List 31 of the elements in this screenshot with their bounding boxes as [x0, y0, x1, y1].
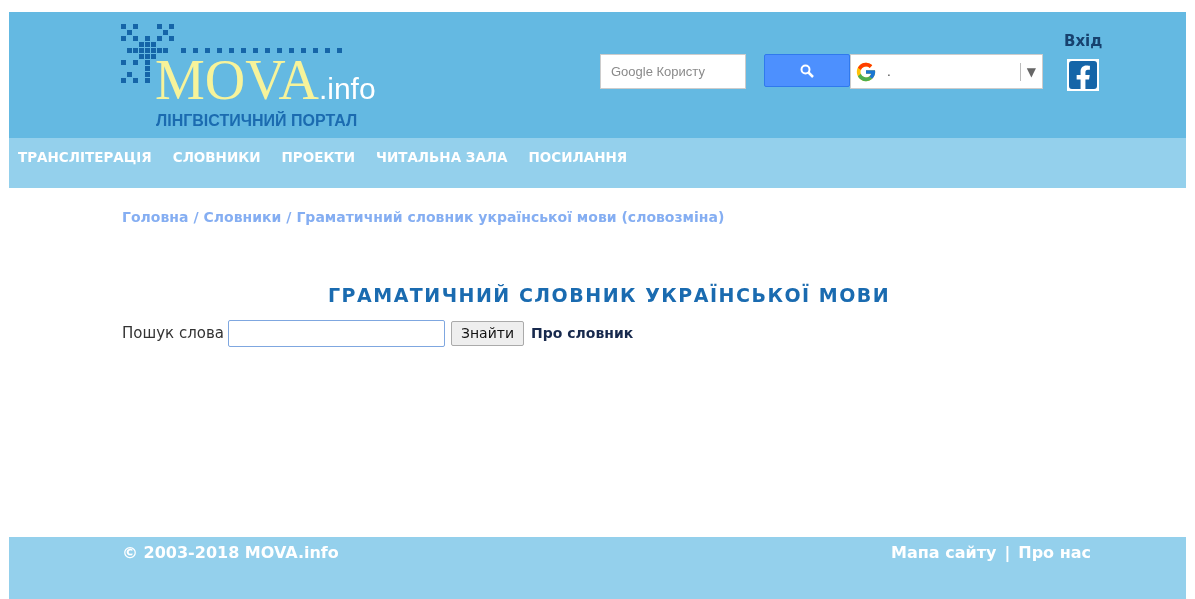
- breadcrumb-separator: /: [286, 208, 292, 227]
- breadcrumb-link[interactable]: Граматичний словник української мови (словозміна): [296, 207, 725, 228]
- breadcrumb-link[interactable]: Головна: [122, 207, 189, 228]
- nav-link[interactable]: СЛОВНИКИ: [172, 147, 261, 168]
- about-dictionary-link[interactable]: Про словник: [531, 322, 634, 344]
- search-icon: [800, 63, 814, 78]
- copyright-text: © 2003-2018 MOVA.info: [122, 542, 339, 564]
- nav-link[interactable]: ТРАНСЛІТЕРАЦІЯ: [18, 147, 152, 168]
- logo-tagline: ЛІНГВІСТИЧНИЙ ПОРТАЛ: [156, 110, 358, 131]
- login-link[interactable]: Вхід: [1064, 30, 1103, 53]
- word-search-field[interactable]: [227, 319, 445, 347]
- page-title: ГРАМАТИЧНИЙ СЛОВНИК УКРАЇНСЬКОЇ МОВИ: [328, 282, 892, 308]
- find-button[interactable]: Знайти: [450, 320, 524, 346]
- caret-icon: ▼: [1026, 62, 1036, 81]
- breadcrumb-link[interactable]: Словники: [203, 207, 282, 228]
- logo-suffix[interactable]: .info: [318, 74, 376, 104]
- facebook-icon[interactable]: [1067, 58, 1100, 91]
- site-search-field[interactable]: Google Користу: [600, 54, 746, 89]
- footer-separator: |: [1004, 542, 1011, 564]
- translate-select[interactable]: . ▼: [850, 54, 1043, 89]
- logo-text[interactable]: MOVA: [155, 52, 319, 108]
- breadcrumb-separator: /: [193, 208, 199, 227]
- google-logo-icon: [855, 60, 877, 83]
- nav-link[interactable]: ПРОЕКТИ: [281, 147, 355, 168]
- select-value: .: [887, 63, 891, 81]
- footer-link[interactable]: Мапа сайту: [891, 541, 997, 565]
- search-button[interactable]: [764, 54, 850, 87]
- footer-link[interactable]: Про нас: [1018, 541, 1091, 565]
- nav-link[interactable]: ПОСИЛАННЯ: [528, 147, 628, 168]
- nav-link[interactable]: ЧИТАЛЬНА ЗАЛА: [376, 147, 508, 168]
- search-label: Пошук слова: [122, 322, 224, 344]
